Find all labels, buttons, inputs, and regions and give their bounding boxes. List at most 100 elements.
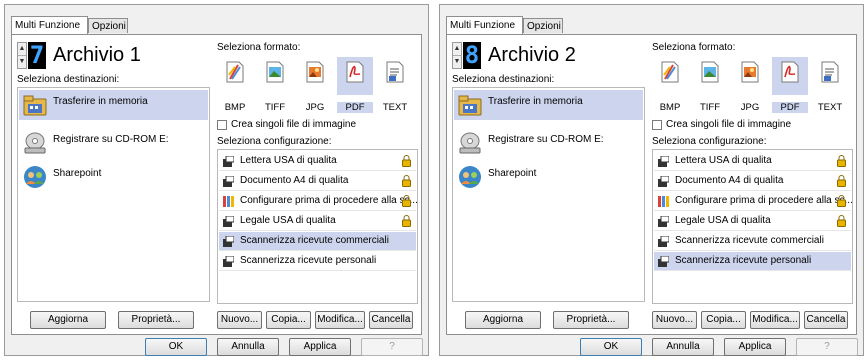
spin-up-icon[interactable]: ▲ [453, 43, 461, 55]
applica-button[interactable]: Applica [724, 338, 786, 356]
dest-item-cdrom[interactable]: Registrare su CD-ROM E: [454, 128, 643, 158]
format-label-tiff: TIFF [264, 102, 286, 113]
format-tiff[interactable] [257, 57, 293, 95]
format-pdf[interactable] [772, 57, 808, 95]
config-item[interactable]: Documento A4 di qualita [654, 172, 851, 191]
dest-item-cdrom[interactable]: Registrare su CD-ROM E: [19, 128, 208, 158]
profile-spinner[interactable]: ▲ ▼ [452, 42, 462, 69]
config-label: Seleziona configurazione: [217, 136, 332, 147]
config-item[interactable]: Documento A4 di qualita [219, 172, 416, 191]
format-tiff[interactable] [692, 57, 728, 95]
cancella-button[interactable]: Cancella [804, 311, 848, 329]
lock-icon [837, 175, 846, 187]
scanner-config-icon [223, 216, 234, 227]
config-item[interactable]: Scannerizza ricevute personali [219, 252, 416, 271]
config-label-text: Legale USA di qualita [675, 215, 771, 226]
format-label-pdf: PDF [337, 102, 373, 113]
format-text[interactable] [812, 57, 848, 95]
proprieta-button[interactable]: Proprietà... [118, 311, 194, 329]
format-label-bmp: BMP [224, 102, 246, 113]
config-item[interactable]: Lettera USA di qualita [654, 152, 851, 171]
multi-funzione-panel: ▲ ▼ 8 Archivio 2 Seleziona destinazioni: … [446, 34, 857, 335]
nuovo-button[interactable]: Nuovo... [652, 311, 697, 329]
config-item[interactable]: Scannerizza ricevute commerciali [654, 232, 851, 251]
format-bmp[interactable] [217, 57, 253, 95]
format-label-text: TEXT [382, 102, 408, 113]
config-item[interactable]: Legale USA di qualita [654, 212, 851, 231]
annulla-button[interactable]: Annulla [217, 338, 279, 356]
config-item-selected[interactable]: Scannerizza ricevute commerciali [219, 232, 416, 251]
tab-opzioni[interactable]: Opzioni [88, 18, 128, 33]
dest-item-memory[interactable]: Trasferire in memoria [454, 90, 643, 120]
aggiorna-button[interactable]: Aggiorna [30, 311, 106, 329]
profile-spinner[interactable]: ▲ ▼ [17, 42, 27, 69]
dest-item-memory[interactable]: Trasferire in memoria [19, 90, 208, 120]
copia-button[interactable]: Copia... [701, 311, 746, 329]
help-button[interactable]: ? [361, 338, 423, 356]
format-bmp[interactable] [652, 57, 688, 95]
help-button[interactable]: ? [796, 338, 858, 356]
jpg-icon [741, 61, 759, 83]
config-item[interactable]: Configurare prima di procedere alla sc..… [219, 192, 417, 211]
tiff-icon [701, 61, 719, 83]
applica-button[interactable]: Applica [289, 338, 351, 356]
copia-button[interactable]: Copia... [266, 311, 311, 329]
dest-label: Seleziona destinazioni: [452, 74, 555, 85]
ok-button[interactable]: OK [580, 338, 642, 356]
modifica-button[interactable]: Modifica... [315, 311, 365, 329]
cd-rom-icon [24, 132, 46, 154]
format-label-bmp: BMP [659, 102, 681, 113]
text-icon [386, 61, 404, 83]
single-image-checkbox-label: Crea singoli file di immagine [666, 119, 792, 130]
dest-label-sharepoint: Sharepoint [53, 168, 102, 179]
configure-before-scan-icon [658, 196, 669, 207]
cd-rom-icon [459, 132, 481, 154]
dest-label-sharepoint: Sharepoint [488, 168, 537, 179]
dest-item-sharepoint[interactable]: Sharepoint [19, 162, 208, 192]
format-label-jpg: JPG [305, 102, 325, 113]
annulla-button[interactable]: Annulla [652, 338, 714, 356]
bmp-icon [661, 61, 679, 83]
format-label-jpg: JPG [740, 102, 760, 113]
proprieta-button[interactable]: Proprietà... [553, 311, 629, 329]
scan-dialog-2: Multi Funzione Opzioni ▲ ▼ 8 Archivio 2 S… [439, 4, 864, 356]
tab-opzioni[interactable]: Opzioni [523, 18, 563, 33]
config-item[interactable]: Legale USA di qualita [219, 212, 416, 231]
format-jpg[interactable] [732, 57, 768, 95]
config-item[interactable]: Configurare prima di procedere alla sc..… [654, 192, 852, 211]
dest-label: Seleziona destinazioni: [17, 74, 120, 85]
scanner-config-icon [658, 156, 669, 167]
scanner-config-icon [658, 236, 669, 247]
sharepoint-icon [459, 166, 481, 188]
multi-funzione-panel: ▲ ▼ 7 Archivio 1 Seleziona destinazioni: … [11, 34, 422, 335]
ok-button[interactable]: OK [145, 338, 207, 356]
spin-down-icon[interactable]: ▼ [453, 55, 461, 68]
configuration-list: Lettera USA di qualita Documento A4 di q… [217, 149, 418, 304]
modifica-button[interactable]: Modifica... [750, 311, 800, 329]
scanner-config-icon [658, 176, 669, 187]
cancella-button[interactable]: Cancella [369, 311, 413, 329]
config-item[interactable]: Lettera USA di qualita [219, 152, 416, 171]
format-label-pdf: PDF [772, 102, 808, 113]
tab-multi-funzione[interactable]: Multi Funzione [446, 16, 523, 34]
format-pdf[interactable] [337, 57, 373, 95]
format-text[interactable] [377, 57, 413, 95]
profile-name: Archivio 2 [488, 44, 576, 66]
lock-icon [837, 215, 846, 227]
config-item-selected[interactable]: Scannerizza ricevute personali [654, 252, 851, 271]
config-label-text: Scannerizza ricevute commerciali [675, 235, 824, 246]
tab-multi-funzione[interactable]: Multi Funzione [11, 16, 88, 34]
spin-up-icon[interactable]: ▲ [18, 43, 26, 55]
config-label-text: Lettera USA di qualita [240, 155, 337, 166]
profile-number-display: 7 [28, 41, 46, 69]
format-jpg[interactable] [297, 57, 333, 95]
config-label-text: Scannerizza ricevute personali [675, 255, 812, 266]
scanner-config-icon [223, 176, 234, 187]
dest-item-sharepoint[interactable]: Sharepoint [454, 162, 643, 192]
nuovo-button[interactable]: Nuovo... [217, 311, 262, 329]
single-image-checkbox[interactable] [217, 120, 227, 130]
single-image-checkbox[interactable] [652, 120, 662, 130]
spin-down-icon[interactable]: ▼ [18, 55, 26, 68]
text-icon [821, 61, 839, 83]
aggiorna-button[interactable]: Aggiorna [465, 311, 541, 329]
